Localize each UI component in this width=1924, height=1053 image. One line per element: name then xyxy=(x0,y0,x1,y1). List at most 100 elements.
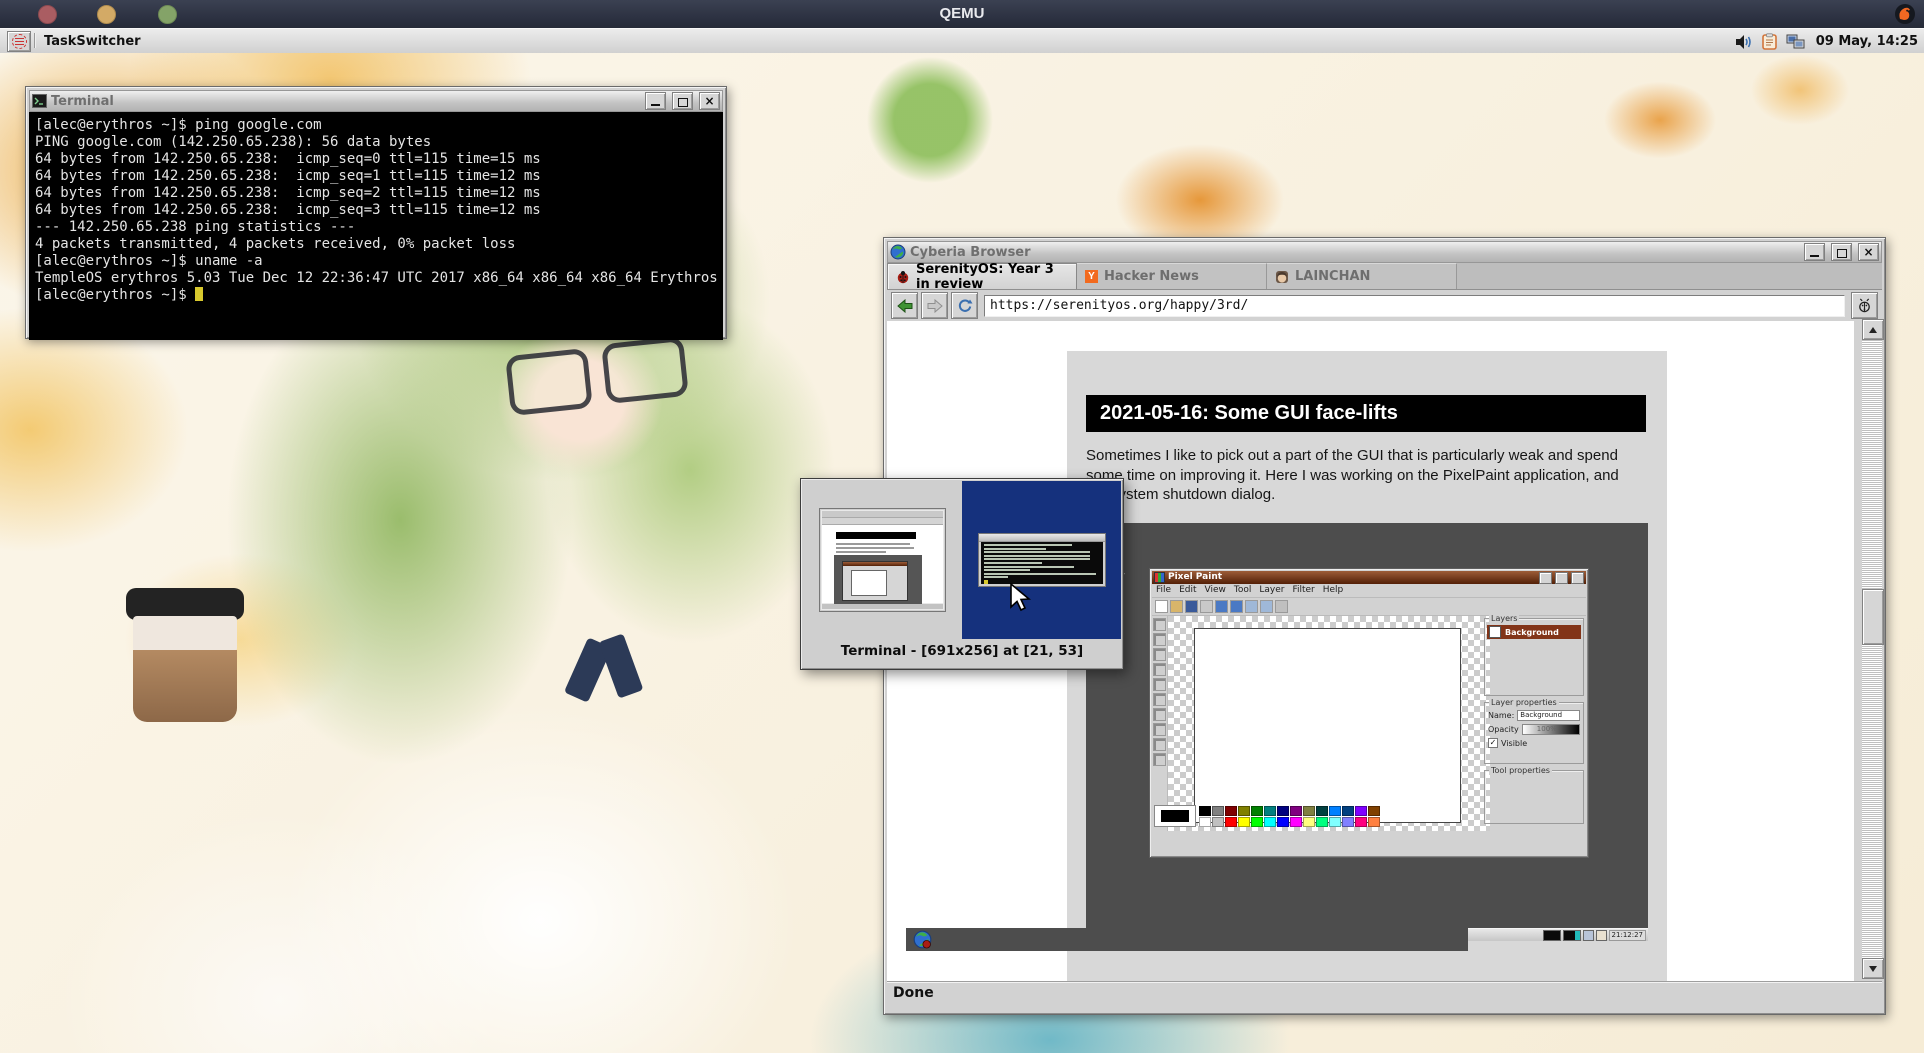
opacity-label: Opacity xyxy=(1488,725,1519,734)
pixelpaint-body: Layers Background Layer properties Name: xyxy=(1152,616,1586,831)
globe-ladybug-icon xyxy=(913,930,932,949)
bookmarks-bug-button[interactable] xyxy=(1851,292,1878,319)
terminal-output-line: 4 packets transmitted, 4 packets receive… xyxy=(35,236,717,253)
palette-swatch xyxy=(1290,806,1302,816)
wallpaper-coffee-cup xyxy=(133,616,237,652)
terminal-close-button[interactable]: × xyxy=(699,92,720,110)
pixelpaint-canvas xyxy=(1194,628,1461,823)
pixelpaint-menu-item: File xyxy=(1156,585,1171,597)
scroll-up-button[interactable] xyxy=(1862,319,1884,340)
pixelpaint-tool-icon xyxy=(1153,723,1166,736)
switcher-item-browser[interactable] xyxy=(803,481,962,639)
pixelpaint-menu-item: View xyxy=(1205,585,1226,597)
palette-swatch xyxy=(1277,817,1289,827)
pixelpaint-menu-item: Help xyxy=(1323,585,1344,597)
palette-swatch xyxy=(1212,806,1224,816)
pixelpaint-menu-item: Edit xyxy=(1179,585,1196,597)
pixelpaint-toolbar-icon xyxy=(1200,600,1213,613)
browser-minimize-button[interactable] xyxy=(1804,243,1825,261)
url-input[interactable] xyxy=(984,295,1845,317)
name-label: Name: xyxy=(1488,711,1514,720)
taskbar-separator xyxy=(34,33,36,48)
vertical-scrollbar[interactable] xyxy=(1862,319,1882,979)
terminal-window-title: Terminal xyxy=(51,94,639,109)
pixelpaint-toolbar-icon xyxy=(1215,600,1228,613)
palette-swatch xyxy=(1368,817,1380,827)
pixelpaint-palette xyxy=(1154,805,1380,827)
terminal-output[interactable]: [alec@erythros ~]$ ping google.comPING g… xyxy=(29,112,723,340)
terminal-output-line: [alec@erythros ~]$ uname -a xyxy=(35,253,717,270)
network-icon[interactable] xyxy=(1786,34,1805,50)
terminal-minimize-button[interactable] xyxy=(645,92,666,110)
pixelpaint-window: Pixel Paint FileEditViewToolLayerFilterH… xyxy=(1149,568,1589,858)
mini-terminal-text-line xyxy=(984,569,1030,571)
browser-titlebar[interactable]: Cyberia Browser × xyxy=(887,241,1882,263)
browser-thumbnail xyxy=(819,508,946,612)
scrollbar-thumb[interactable] xyxy=(1862,589,1884,645)
palette-swatch xyxy=(1212,817,1224,827)
palette-swatch xyxy=(1329,806,1341,816)
mini-terminal-cursor xyxy=(984,580,988,584)
mini-terminal-text-line xyxy=(984,544,1072,546)
terminal-output-line: 64 bytes from 142.250.65.238: icmp_seq=3… xyxy=(35,202,717,219)
terminal-titlebar[interactable]: Terminal × xyxy=(29,90,723,112)
mini-terminal-text-line xyxy=(984,551,1090,553)
tab-serenityos-year-3[interactable]: SerenityOS: Year 3 in review xyxy=(887,263,1077,289)
terminal-output-line: PING google.com (142.250.65.238): 56 dat… xyxy=(35,134,717,151)
clipboard-icon[interactable] xyxy=(1762,33,1777,50)
pixelpaint-menu-item: Layer xyxy=(1259,585,1284,597)
pixelpaint-tool-icon xyxy=(1153,618,1166,631)
palette-swatch xyxy=(1238,806,1250,816)
terminal-maximize-button[interactable] xyxy=(672,92,693,110)
article-paragraph: Sometimes I like to pick out a part of t… xyxy=(1086,446,1643,505)
pixelpaint-toolbar-icon xyxy=(1245,600,1258,613)
scroll-down-button[interactable] xyxy=(1862,958,1884,979)
pixelpaint-tool-icon xyxy=(1153,678,1166,691)
terminal-output-line: 64 bytes from 142.250.65.238: icmp_seq=2… xyxy=(35,185,717,202)
pixelpaint-tool-icon xyxy=(1153,633,1166,646)
tab-label: LAINCHAN xyxy=(1295,269,1370,284)
layers-title: Layers xyxy=(1489,614,1519,623)
article-heading-banner: 2021-05-16: Some GUI face-lifts xyxy=(1086,395,1646,432)
layer-row-background: Background xyxy=(1487,625,1581,639)
terminal-output-line: TempleOS erythros 5.03 Tue Dec 12 22:36:… xyxy=(35,270,717,287)
embedded-screenshot-partial xyxy=(906,928,1468,951)
mini-terminal-text-line xyxy=(984,555,1090,557)
forward-button[interactable] xyxy=(921,292,948,319)
pixelpaint-titlebar: Pixel Paint xyxy=(1152,571,1586,584)
terminal-window-icon xyxy=(32,94,47,108)
mini-terminal-text-line xyxy=(984,576,1008,578)
palette-swatch xyxy=(1329,817,1341,827)
back-button[interactable] xyxy=(891,292,918,319)
back-icon xyxy=(897,299,913,313)
tab-label: SerenityOS: Year 3 in review xyxy=(916,262,1068,292)
speaker-icon[interactable] xyxy=(1735,34,1753,50)
wallpaper-glasses-left xyxy=(505,348,593,416)
reload-button[interactable] xyxy=(951,292,978,319)
qemu-titlebar: QEMU xyxy=(0,0,1924,29)
browser-tabbar: SerenityOS: Year 3 in review Y Hacker Ne… xyxy=(887,263,1882,290)
pixelpaint-toolbar-icon xyxy=(1185,600,1198,613)
tab-hacker-news[interactable]: Y Hacker News xyxy=(1077,263,1267,289)
palette-swatch xyxy=(1355,817,1367,827)
taskbar: TaskSwitcher xyxy=(0,28,1924,55)
task-switcher-button[interactable] xyxy=(7,31,31,52)
browser-close-button[interactable]: × xyxy=(1858,243,1879,261)
qemu-logo-icon xyxy=(1894,3,1916,25)
layer-properties-title: Layer properties xyxy=(1489,698,1559,707)
switcher-item-terminal[interactable] xyxy=(962,481,1121,639)
pixelpaint-window-title: Pixel Paint xyxy=(1168,571,1536,584)
tab-lainchan[interactable]: LAINCHAN xyxy=(1267,263,1457,289)
taskbar-clock[interactable]: 09 May, 14:25 xyxy=(1814,34,1918,49)
visible-label: Visible xyxy=(1501,739,1527,748)
terminal-window: Terminal × [alec@erythros ~]$ ping googl… xyxy=(25,86,727,339)
layer-name: Background xyxy=(1505,628,1559,637)
pixelpaint-toolbar-icon xyxy=(1170,600,1183,613)
palette-swatch xyxy=(1238,817,1250,827)
terminal-output-line: [alec@erythros ~]$ ping google.com xyxy=(35,117,717,134)
pixelpaint-close-button xyxy=(1571,572,1584,584)
browser-maximize-button[interactable] xyxy=(1831,243,1852,261)
tab-label: Hacker News xyxy=(1104,269,1199,284)
reload-icon xyxy=(957,298,973,314)
visible-checkbox: ✓ xyxy=(1488,738,1498,748)
